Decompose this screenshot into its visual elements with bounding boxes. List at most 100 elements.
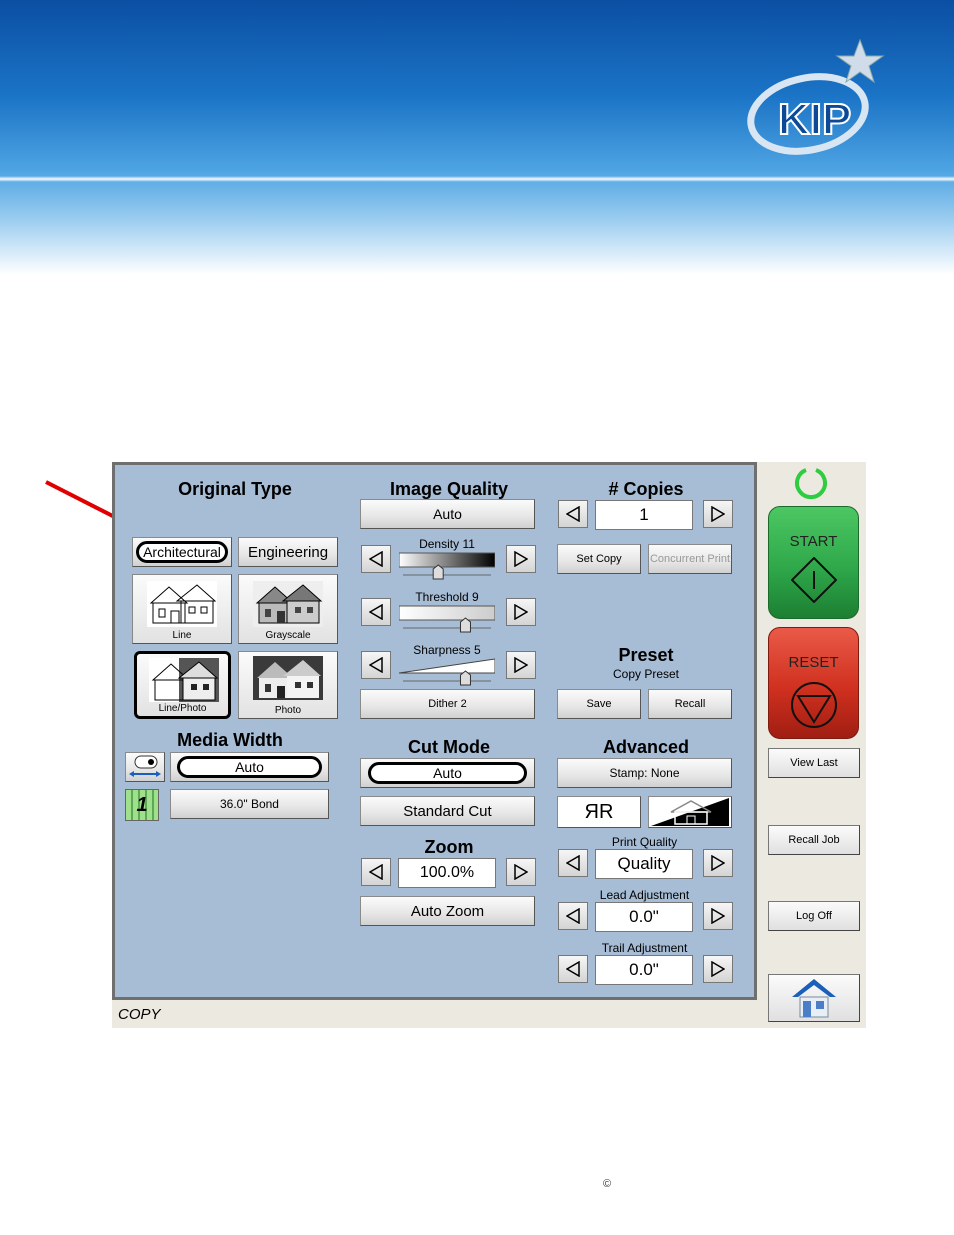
reset-button[interactable]: RESET [768, 627, 859, 739]
copy-panel: Original Type Architectural Engineering [112, 462, 757, 1000]
zoom-value[interactable]: 100.0% [398, 858, 496, 888]
print-quality-increase-button[interactable] [703, 849, 733, 877]
architectural-label: Architectural [136, 541, 228, 563]
arrow-left-icon [566, 506, 580, 522]
banner-highlight [0, 176, 954, 182]
trail-adjustment-value[interactable]: 0.0" [595, 955, 693, 985]
line-caption: Line [172, 630, 192, 641]
arrow-right-icon [514, 864, 528, 880]
sharpness-slider[interactable] [399, 657, 495, 687]
photo-button[interactable]: Photo [238, 651, 338, 719]
start-label: START [789, 533, 838, 550]
threshold-increase-button[interactable] [506, 598, 536, 626]
home-button[interactable] [768, 974, 860, 1022]
print-quality-decrease-button[interactable] [558, 849, 588, 877]
lead-adjustment-value[interactable]: 0.0" [595, 902, 693, 932]
cut-mode-button[interactable]: Auto [360, 758, 535, 788]
arrow-right-icon [514, 551, 528, 567]
roll-select-button[interactable] [125, 752, 165, 782]
print-quality-label: Print Quality [611, 835, 678, 849]
sharpness-decrease-button[interactable] [361, 651, 391, 679]
arrow-left-icon [369, 657, 383, 673]
density-decrease-button[interactable] [361, 545, 391, 573]
roll-number-indicator: 1 [125, 789, 159, 821]
arrow-left-icon [566, 855, 580, 871]
grayscale-caption: Grayscale [265, 630, 311, 641]
arrow-right-icon [711, 961, 725, 977]
set-copy-button[interactable]: Set Copy [557, 544, 641, 574]
preset-recall-button[interactable]: Recall [648, 689, 732, 719]
arrow-right-icon [514, 604, 528, 620]
auto-zoom-button[interactable]: Auto Zoom [360, 896, 535, 926]
cut-mode-value: Auto [367, 762, 528, 784]
grayscale-button[interactable]: Grayscale [238, 574, 338, 644]
page: KIP Original Type Architectural Engineer… [0, 0, 954, 1235]
lead-adjustment-label: Lead Adjustment [599, 888, 690, 902]
mirror-button[interactable]: ЯR [557, 796, 641, 828]
line-button[interactable]: Line [132, 574, 232, 644]
invert-house-icon [651, 798, 729, 826]
media-width-title: Media Width [177, 730, 283, 750]
lead-decrease-button[interactable] [558, 902, 588, 930]
house-grayscale-icon [253, 581, 323, 627]
photo-caption: Photo [274, 705, 302, 716]
zoom-increase-button[interactable] [506, 858, 536, 886]
preset-title: Preset [618, 645, 674, 665]
standard-cut-button[interactable]: Standard Cut [360, 796, 535, 826]
copies-decrease-button[interactable] [558, 500, 588, 528]
ready-ring-icon [795, 468, 827, 499]
house-linephoto-icon [149, 658, 219, 702]
media-width-button[interactable]: Auto [170, 752, 329, 782]
reset-label: RESET [788, 654, 839, 671]
media-width-value: Auto [177, 756, 322, 778]
density-slider[interactable] [399, 551, 495, 581]
copies-value[interactable]: 1 [595, 500, 693, 530]
print-quality-value[interactable]: Quality [595, 849, 693, 879]
house-line-icon [147, 581, 217, 627]
preset-subtitle: Copy Preset [612, 667, 680, 681]
copies-increase-button[interactable] [703, 500, 733, 528]
reset-stop-icon [791, 682, 837, 728]
copies-title: # Copies [608, 479, 684, 499]
zoom-title: Zoom [424, 837, 474, 857]
log-off-button[interactable]: Log Off [768, 901, 860, 931]
view-last-button[interactable]: View Last [768, 748, 860, 778]
copy-screen: Original Type Architectural Engineering [112, 462, 866, 1028]
arrow-right-icon [711, 908, 725, 924]
trail-adjustment-label: Trail Adjustment [601, 941, 688, 955]
threshold-decrease-button[interactable] [361, 598, 391, 626]
svg-text:KIP: KIP [778, 95, 851, 144]
trail-increase-button[interactable] [703, 955, 733, 983]
arrow-right-icon [514, 657, 528, 673]
line-photo-caption: Line/Photo [158, 703, 207, 714]
preset-save-button[interactable]: Save [557, 689, 641, 719]
image-quality-title: Image Quality [389, 479, 509, 499]
media-type-button[interactable]: 36.0" Bond [170, 789, 329, 819]
line-photo-button[interactable]: Line/Photo [134, 651, 231, 719]
dither-button[interactable]: Dither 2 [360, 689, 535, 719]
density-increase-button[interactable] [506, 545, 536, 573]
stamp-button[interactable]: Stamp: None [557, 758, 732, 788]
home-icon [792, 979, 836, 1018]
roll-width-icon [129, 755, 161, 777]
arrow-left-icon [369, 864, 383, 880]
arrow-left-icon [369, 604, 383, 620]
arrow-right-icon [711, 506, 725, 522]
sharpness-increase-button[interactable] [506, 651, 536, 679]
zoom-decrease-button[interactable] [361, 858, 391, 886]
trail-decrease-button[interactable] [558, 955, 588, 983]
advanced-title: Advanced [602, 737, 690, 757]
engineering-button[interactable]: Engineering [238, 537, 338, 567]
start-button[interactable]: START [768, 506, 859, 619]
header-banner: KIP [0, 0, 954, 275]
invert-button[interactable] [648, 796, 732, 828]
arrow-left-icon [566, 908, 580, 924]
original-type-title: Original Type [178, 479, 292, 499]
image-quality-mode-button[interactable]: Auto [360, 499, 535, 529]
lead-increase-button[interactable] [703, 902, 733, 930]
recall-job-button[interactable]: Recall Job [768, 825, 860, 855]
concurrent-print-button[interactable]: Concurrent Print [648, 544, 732, 574]
threshold-slider[interactable] [399, 604, 495, 634]
architectural-button[interactable]: Architectural [132, 537, 232, 567]
arrow-left-icon [566, 961, 580, 977]
